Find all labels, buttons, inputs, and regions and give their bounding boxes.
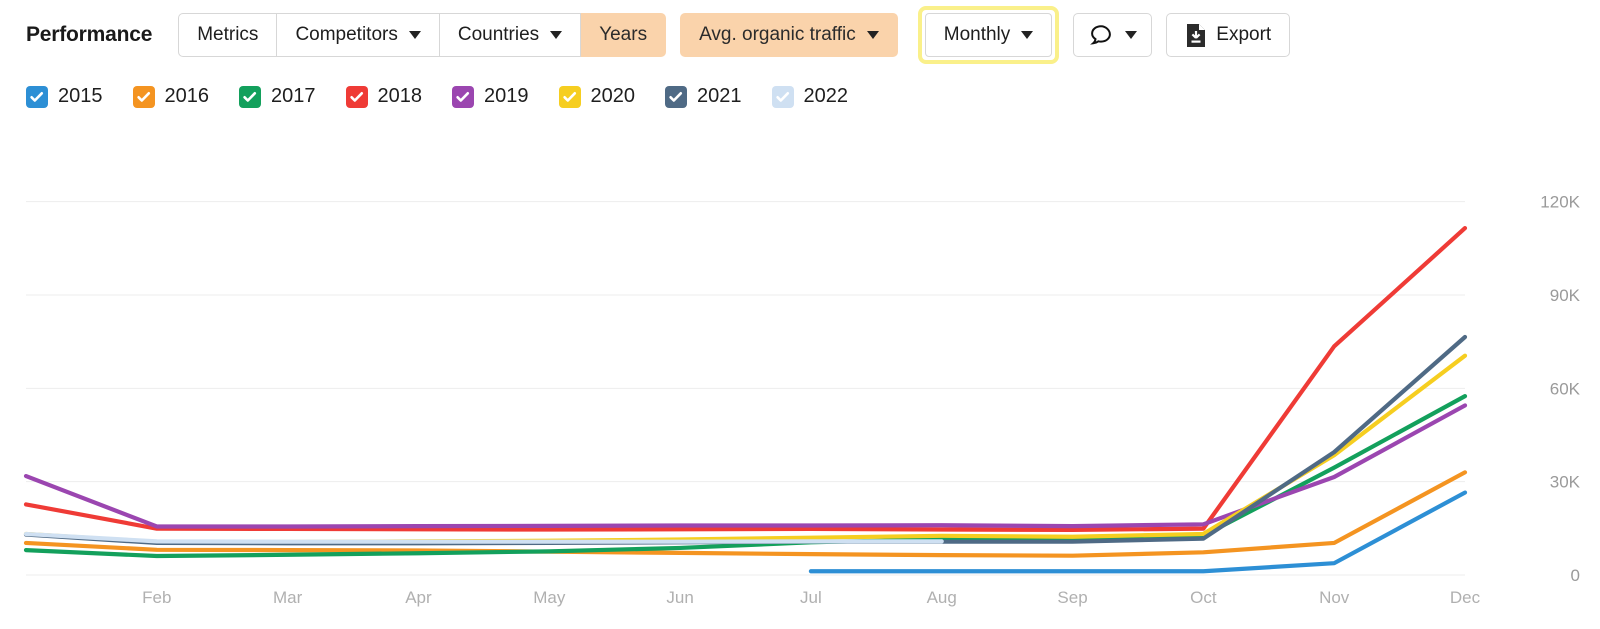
metrics-button-label: Metrics [197, 24, 259, 45]
chevron-down-icon [866, 31, 879, 39]
page-title: Performance [26, 23, 153, 46]
performance-chart: 0 30K 60K 90K 120K Feb Mar Apr May Jun Jul Aug Sep Oc… [0, 132, 1600, 629]
countries-button[interactable]: Countries [439, 13, 582, 57]
legend-checkbox-2019[interactable] [452, 85, 474, 108]
chevron-down-icon [1125, 31, 1138, 39]
x-axis-tick-label: Dec [1450, 588, 1481, 607]
x-axis-tick-label: Feb [142, 588, 171, 607]
notes-button[interactable] [1073, 13, 1153, 57]
legend-item-2015[interactable]: 2015 [26, 85, 103, 108]
y-axis-tick-label: 120K [1540, 193, 1580, 212]
metrics-button[interactable]: Metrics [178, 13, 278, 57]
x-axis-tick-label: Mar [273, 588, 303, 607]
year-legend: 2015 2016 2017 2018 2019 2020 2021 2022 [26, 85, 878, 108]
series-line-2015 [808, 490, 1468, 574]
countries-button-label: Countries [457, 24, 540, 45]
y-axis-tick-label: 30K [1550, 473, 1581, 492]
performance-chart-screen: Performance Metrics Competitors Countrie… [0, 0, 1600, 629]
legend-label-2015: 2015 [58, 85, 103, 107]
legend-item-2016[interactable]: 2016 [132, 85, 210, 108]
toolbar: Performance Metrics Competitors Countrie… [0, 0, 1600, 70]
legend-checkbox-2016[interactable] [132, 85, 155, 108]
speech-bubble-icon [1088, 22, 1114, 48]
x-axis-tick-label: Sep [1057, 588, 1087, 607]
years-button[interactable]: Years [581, 13, 667, 57]
legend-item-2018[interactable]: 2018 [345, 85, 423, 108]
legend-label-2017: 2017 [271, 85, 316, 107]
legend-label-2018: 2018 [377, 85, 423, 107]
legend-label-2020: 2020 [590, 85, 636, 107]
x-axis-tick-label: Apr [405, 588, 432, 607]
metric-select-label: Avg. organic traffic [699, 24, 856, 45]
y-axis-tick-label: 90K [1550, 286, 1581, 305]
metric-select-button[interactable]: Avg. organic traffic [680, 13, 898, 57]
series-line-2017 [23, 394, 1468, 559]
legend-item-2020[interactable]: 2020 [558, 85, 636, 108]
file-download-icon [1185, 23, 1207, 48]
series-line-2018 [23, 226, 1468, 532]
legend-checkbox-2022[interactable] [771, 85, 794, 108]
period-select-label: Monthly [943, 24, 1011, 45]
chevron-down-icon [1021, 31, 1034, 39]
period-select-button[interactable]: Monthly [924, 13, 1053, 57]
export-button[interactable]: Export [1166, 13, 1291, 57]
x-axis-tick-label: Jun [666, 588, 693, 607]
x-axis-tick-label: Nov [1319, 588, 1350, 607]
period-select-highlight: Monthly [917, 6, 1060, 64]
legend-checkbox-2017[interactable] [239, 85, 261, 108]
x-axis-tick-label: Oct [1190, 588, 1217, 607]
chevron-down-icon [550, 31, 563, 39]
x-axis-tick-label: May [533, 588, 566, 607]
legend-item-2022[interactable]: 2022 [771, 85, 849, 108]
y-axis-tick-label: 0 [1571, 566, 1580, 585]
chevron-down-icon [408, 31, 421, 39]
legend-item-2017[interactable]: 2017 [239, 85, 316, 108]
legend-item-2019[interactable]: 2019 [452, 85, 529, 108]
legend-label-2021: 2021 [697, 85, 742, 107]
legend-item-2021[interactable]: 2021 [665, 85, 742, 108]
legend-checkbox-2015[interactable] [26, 85, 48, 108]
legend-checkbox-2020[interactable] [558, 85, 581, 108]
competitors-button-label: Competitors [295, 24, 398, 45]
filter-button-group: Metrics Competitors Countries Years [178, 13, 667, 57]
y-axis-tick-label: 60K [1550, 379, 1581, 398]
legend-checkbox-2021[interactable] [665, 85, 687, 108]
competitors-button[interactable]: Competitors [277, 13, 440, 57]
legend-label-2016: 2016 [164, 85, 210, 107]
legend-checkbox-2018[interactable] [345, 85, 368, 108]
years-button-label: Years [599, 24, 648, 45]
export-button-label: Export [1216, 24, 1272, 45]
legend-label-2022: 2022 [803, 85, 849, 107]
legend-label-2019: 2019 [484, 85, 529, 107]
x-axis-tick-label: Aug [927, 588, 957, 607]
x-axis-tick-label: Jul [800, 588, 822, 607]
